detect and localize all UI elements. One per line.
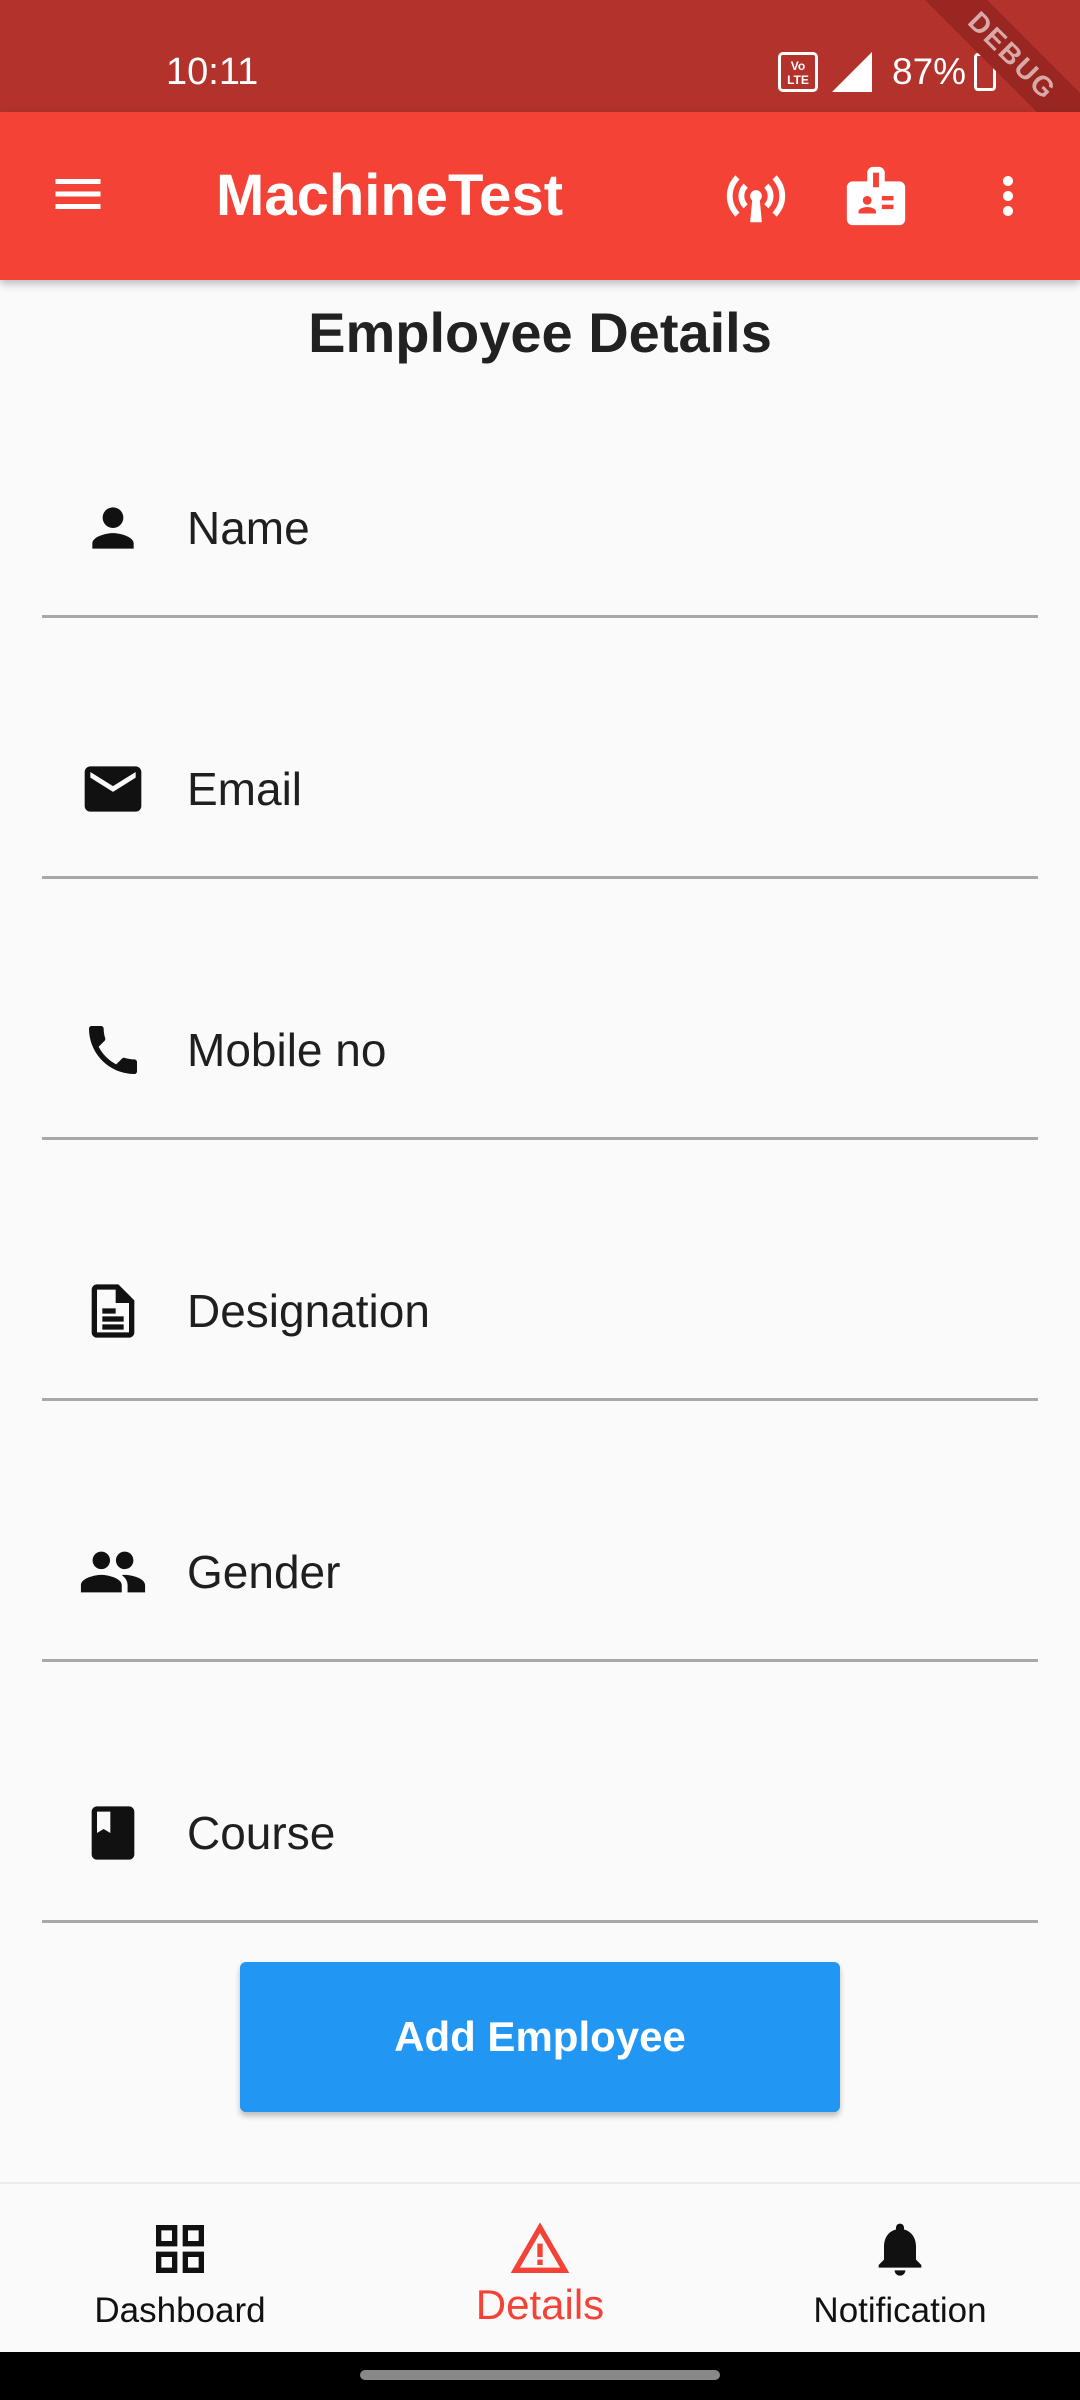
people-icon (78, 1537, 148, 1607)
more-vert-icon[interactable] (968, 156, 1048, 236)
course-field[interactable]: Course (42, 1773, 1038, 1923)
nav-item-notification[interactable]: Notification (720, 2184, 1080, 2354)
designation-field-label: Designation (187, 1285, 430, 1337)
email-field[interactable]: Email (42, 729, 1038, 879)
email-icon (78, 754, 148, 824)
add-employee-button[interactable]: Add Employee (240, 1962, 840, 2112)
menu-icon[interactable] (48, 164, 120, 228)
course-field-label: Course (187, 1807, 336, 1859)
name-field-label: Name (187, 502, 310, 554)
nav-item-dashboard[interactable]: Dashboard (0, 2184, 360, 2354)
volte-icon: Vo LTE (778, 52, 818, 92)
system-gesture-bar (0, 2352, 1080, 2400)
status-indicators: Vo LTE 87% (778, 46, 997, 98)
mobile-field[interactable]: Mobile no (42, 990, 1038, 1140)
gesture-handle[interactable] (360, 2370, 720, 2380)
designation-field[interactable]: Designation (42, 1251, 1038, 1401)
nav-item-details[interactable]: Details (360, 2184, 720, 2354)
warning-triangle-icon (500, 2214, 580, 2284)
status-time: 10:11 (166, 51, 259, 93)
page-title: Employee Details (308, 301, 772, 364)
document-icon (78, 1276, 148, 1346)
app-bar: MachineTest (0, 112, 1080, 280)
person-icon (78, 493, 148, 563)
name-field[interactable]: Name (42, 468, 1038, 618)
book-icon (78, 1798, 148, 1868)
signal-icon (832, 52, 872, 92)
gender-field[interactable]: Gender (42, 1512, 1038, 1662)
phone-icon (78, 1015, 148, 1085)
app-title: MachineTest (216, 163, 564, 228)
battery-percent: 87% (892, 51, 967, 92)
broadcast-icon[interactable] (716, 156, 796, 236)
status-bar: 10:11 Vo LTE 87% DEBUG (0, 0, 1080, 112)
email-field-label: Email (187, 763, 303, 815)
dashboard-icon (140, 2214, 220, 2284)
bell-icon (860, 2214, 940, 2284)
nav-label-dashboard: Dashboard (94, 2291, 266, 2330)
badge-icon[interactable] (836, 156, 916, 236)
bottom-navigation: Dashboard Details Notification (0, 2182, 1080, 2352)
nav-label-notification: Notification (813, 2291, 987, 2330)
nav-label-details: Details (475, 2281, 605, 2328)
mobile-field-label: Mobile no (187, 1024, 387, 1076)
gender-field-label: Gender (187, 1546, 341, 1598)
